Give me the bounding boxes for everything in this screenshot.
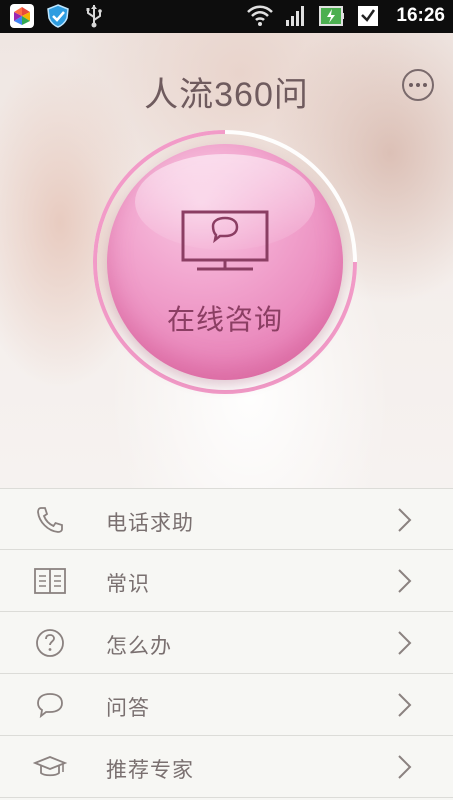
more-dots-icon (409, 83, 427, 87)
menu-item-label: 电话求助 (106, 511, 194, 535)
menu-item-qa[interactable]: 问答 (0, 674, 453, 736)
menu-item-knowledge[interactable]: 常识 (0, 550, 453, 612)
shield-icon (44, 3, 72, 29)
phone-icon (32, 504, 68, 536)
app-notification-icon (8, 3, 36, 29)
menu-item-what-to-do[interactable]: 怎么办 (0, 612, 453, 674)
page-title: 人流360问 (144, 76, 309, 114)
chevron-right-icon (398, 631, 412, 655)
monitor-chat-icon (181, 210, 269, 271)
battery-charging-icon (318, 3, 346, 29)
menu-item-label: 怎么办 (106, 634, 172, 658)
usb-icon (80, 3, 108, 29)
graduation-cap-icon (32, 751, 68, 783)
question-icon (32, 627, 68, 659)
clock: 16:26 (396, 5, 445, 26)
menu-item-label: 问答 (106, 696, 150, 720)
download-complete-icon (354, 3, 382, 29)
wifi-icon (246, 3, 274, 29)
signal-icon (282, 3, 310, 29)
chevron-right-icon (398, 693, 412, 717)
speech-bubble-icon (32, 689, 68, 721)
chevron-right-icon (398, 755, 412, 779)
book-icon (32, 565, 68, 597)
more-button[interactable] (402, 69, 434, 101)
menu-item-label: 推荐专家 (106, 758, 194, 782)
menu-item-phone-help[interactable]: 电话求助 (0, 488, 453, 550)
chevron-right-icon (398, 569, 412, 593)
menu-item-label: 常识 (106, 572, 150, 596)
consult-button[interactable]: 在线咨询 (107, 144, 343, 380)
chevron-right-icon (398, 508, 412, 532)
status-bar: 16:26 (0, 0, 453, 33)
menu-item-recommended-experts[interactable]: 推荐专家 (0, 736, 453, 798)
consult-label: 在线咨询 (166, 303, 283, 336)
menu-list: 电话求助 常识 怎么办 问答 推荐专家 (0, 488, 453, 800)
